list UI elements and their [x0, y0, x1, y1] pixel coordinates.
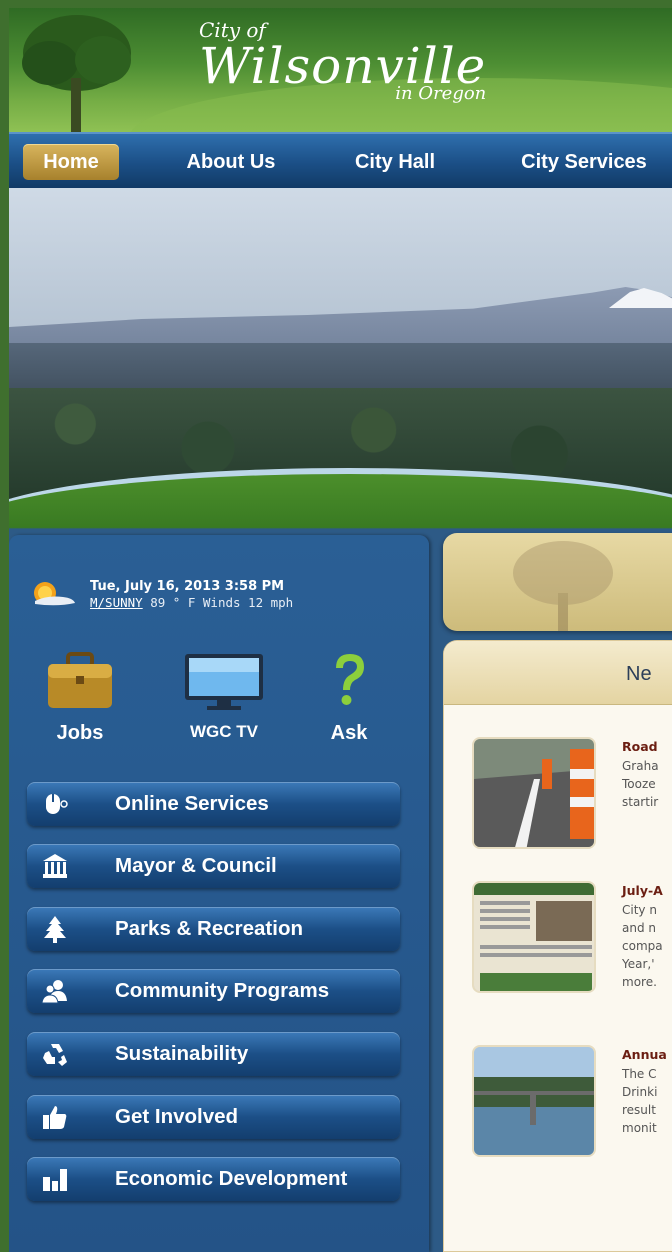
site-logo[interactable]: City of Wilsonville in Oregon	[199, 20, 486, 103]
briefcase-icon	[48, 652, 112, 708]
menu-community-programs-label: Community Programs	[115, 979, 330, 1002]
bar-chart-icon	[43, 1169, 67, 1191]
tv-icon	[185, 654, 263, 710]
pine-tree-icon	[44, 916, 66, 943]
sun-cloud-icon	[34, 582, 75, 606]
story-thumbnail-river[interactable]	[472, 1045, 596, 1157]
news-header: Ne	[444, 641, 672, 705]
quick-link-ask[interactable]: Ask	[309, 650, 389, 745]
nav-about-us[interactable]: About Us	[169, 144, 293, 180]
recycle-icon	[43, 1044, 67, 1066]
city-hall-icon	[43, 854, 67, 878]
question-mark-icon	[336, 654, 364, 705]
tree-watermark-icon	[513, 541, 613, 631]
news-story-text: startir	[622, 795, 659, 809]
news-story-text: The C	[622, 1067, 657, 1081]
quick-link-ask-label: Ask	[330, 722, 368, 744]
page: City of Wilsonville in Oregon Home About…	[9, 8, 672, 1252]
news-story-text: Drinki	[622, 1085, 658, 1099]
menu-economic-development-label: Economic Development	[115, 1167, 348, 1190]
oak-tree-logo-icon	[22, 15, 131, 132]
nav-home[interactable]: Home	[23, 144, 119, 180]
weather-details: 89 ° F Winds 12 mph	[142, 595, 294, 610]
news-story-text: compa	[622, 939, 663, 953]
quick-link-wgc-tv[interactable]: WGC TV	[174, 650, 274, 742]
news-story-text: and n	[622, 921, 656, 935]
menu-get-involved-label: Get Involved	[115, 1105, 239, 1128]
weather-conditions: M/SUNNY 89 ° F Winds 12 mph	[90, 595, 293, 610]
story-thumbnail-road-cones[interactable]	[472, 737, 596, 849]
quick-link-jobs-label: Jobs	[56, 722, 104, 744]
menu-parks-recreation-label: Parks & Recreation	[115, 917, 304, 940]
mouse-icon	[46, 794, 68, 814]
news-header-title: Ne	[626, 663, 652, 685]
menu-mayor-council[interactable]: Mayor & Council	[27, 844, 400, 888]
feature-banner	[443, 533, 672, 631]
menu-get-involved[interactable]: Get Involved	[27, 1095, 400, 1139]
weather-widget: Tue, July 16, 2013 3:58 PM M/SUNNY 89 ° …	[27, 573, 407, 613]
weather-datetime: Tue, July 16, 2013 3:58 PM	[90, 579, 285, 594]
news-panel: Ne Road Graha Tooze startir July-A City …	[443, 640, 672, 1252]
people-icon	[41, 980, 67, 1004]
menu-parks-recreation[interactable]: Parks & Recreation	[27, 907, 400, 951]
news-story-title[interactable]: July-A	[622, 883, 663, 898]
menu-mayor-council-label: Mayor & Council	[115, 854, 277, 877]
menu-online-services-label: Online Services	[115, 792, 269, 815]
left-panel: Tue, July 16, 2013 3:58 PM M/SUNNY 89 ° …	[9, 535, 429, 1252]
news-story-text: monit	[622, 1121, 657, 1135]
news-story-text: Graha	[622, 759, 659, 773]
menu-sustainability[interactable]: Sustainability	[27, 1032, 400, 1076]
quick-link-wgc-tv-label: WGC TV	[190, 722, 258, 741]
menu-community-programs[interactable]: Community Programs	[27, 969, 400, 1013]
menu-economic-development[interactable]: Economic Development	[27, 1157, 400, 1201]
news-story-text: Tooze	[622, 777, 656, 791]
news-story-text: Year,'	[622, 957, 655, 971]
quick-link-jobs[interactable]: Jobs	[35, 650, 125, 745]
news-story-text: result	[622, 1103, 656, 1117]
nav-city-services[interactable]: City Services	[499, 144, 669, 180]
menu-sustainability-label: Sustainability	[115, 1042, 249, 1065]
news-story-text: more.	[622, 975, 657, 989]
news-story-title[interactable]: Road	[622, 739, 658, 754]
news-story-title[interactable]: Annua	[622, 1047, 667, 1062]
thumbs-up-icon	[43, 1106, 67, 1129]
main-nav: Home About Us City Hall City Services	[9, 132, 672, 188]
nav-city-hall[interactable]: City Hall	[336, 144, 454, 180]
site-header: City of Wilsonville in Oregon	[9, 8, 672, 132]
menu-online-services[interactable]: Online Services	[27, 782, 400, 826]
news-story-text: City n	[622, 903, 657, 917]
hero-landscape-image	[9, 188, 672, 533]
story-thumbnail-newsletter[interactable]	[472, 881, 596, 993]
weather-condition-link[interactable]: M/SUNNY	[90, 595, 143, 610]
